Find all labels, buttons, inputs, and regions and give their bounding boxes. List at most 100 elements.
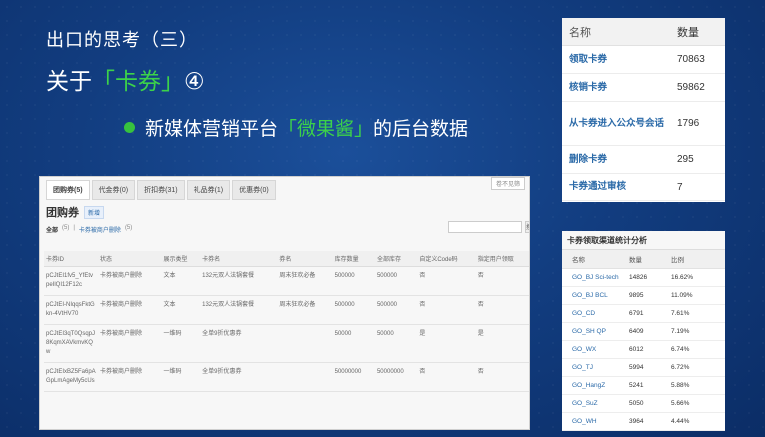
channel-name[interactable]: GO_BJ BCL <box>572 292 629 299</box>
cell-custom-code: 否 <box>417 266 476 296</box>
channel-count: 9895 <box>629 292 644 299</box>
stats-row: 卡券通过审核 7 <box>562 174 725 201</box>
channel-count: 5994 <box>629 364 644 371</box>
channel-header-row: 名称 数量 比例 <box>562 250 725 269</box>
channel-ratio: 6.74% <box>671 346 690 353</box>
tab-group-buy[interactable]: 团购券(5) <box>46 180 90 200</box>
panel-heading: 团购券 新增 <box>46 204 105 220</box>
stats-row: 领取卡券 70863 <box>562 46 725 74</box>
channel-col-name: 名称 <box>572 257 585 264</box>
corner-button[interactable]: 卷不见筛 <box>490 177 525 190</box>
cell-total-stock: 500000 <box>374 266 418 296</box>
new-button[interactable]: 新增 <box>84 205 105 219</box>
channel-col-count: 数量 <box>629 257 642 264</box>
channel-count: 14826 <box>629 274 648 281</box>
cell-stock: 50000000 <box>332 362 375 392</box>
col-user-claim: 指定用户领取 <box>475 251 529 267</box>
cell-status: 卡券被商户删除 <box>98 324 162 363</box>
channel-row: GO_TJ 5994 6.72% <box>562 359 725 377</box>
stats-row: 从卡券进入公众号会话 1796 <box>562 102 725 146</box>
cell-ticket-name <box>277 362 333 392</box>
table-row[interactable]: pCJtEI1fv5_YfEtvpeIlQI12F12c 卡券被商户删除 文本 … <box>44 266 529 296</box>
cell-stock: 500000 <box>332 266 375 296</box>
channel-name[interactable]: GO_SuZ <box>572 400 629 407</box>
tab-cash[interactable]: 代金券(0) <box>91 180 136 200</box>
cell-ticket-name: 周末狂欢必备 <box>277 295 333 325</box>
tab-general[interactable]: 优惠券(0) <box>232 180 276 200</box>
stats-row-name[interactable]: 删除卡券 <box>569 153 677 167</box>
search-button[interactable]: 搜 <box>525 221 529 233</box>
channel-stats-title: 卡券领取渠道统计分析 <box>562 231 725 250</box>
channel-count: 5241 <box>629 382 644 389</box>
slide-title: 关于「卡券」④ <box>46 62 205 96</box>
cell-ticket-name <box>277 324 333 363</box>
channel-name[interactable]: GO_WX <box>572 346 629 353</box>
stats-row-count: 7 <box>677 181 683 193</box>
filter-deleted[interactable]: 卡券被商户删除 <box>79 225 121 234</box>
cell-custom-code: 否 <box>417 362 476 392</box>
tab-gift[interactable]: 礼品券(1) <box>186 180 231 200</box>
table-header-row: 卡券ID 状态 展示类型 卡券名 券名 库存数量 全部库存 自定义Code码 指… <box>44 251 529 267</box>
title-prefix: 关于 <box>46 69 92 95</box>
table-row[interactable]: pCJtEIxBZ5Fa6pAGpLmAgeMy5cUs 卡券被商户删除 一维码… <box>44 362 529 392</box>
bullet-suffix: 的后台数据 <box>373 118 469 140</box>
channel-name[interactable]: GO_BJ Sci-tech <box>572 274 629 281</box>
channel-ratio: 5.66% <box>671 400 690 407</box>
bullet-highlight: 「微果酱」 <box>278 118 374 140</box>
stats-row-name[interactable]: 从卡券进入公众号会话 <box>569 117 677 131</box>
stats-row-name[interactable]: 卡券通过审核 <box>569 180 677 194</box>
cell-user-claim: 否 <box>475 266 529 296</box>
channel-ratio: 16.62% <box>671 274 694 281</box>
channel-row: GO_SuZ 5050 5.66% <box>562 395 725 413</box>
cell-display-type: 文本 <box>161 295 201 325</box>
filter-bar: 全部 (5) | 卡券被商户删除 (5) <box>46 225 132 234</box>
channel-ratio: 6.72% <box>671 364 690 371</box>
channel-count: 5050 <box>629 400 644 407</box>
cell-coupon-id: pCJtEI1fv5_YfEtvpeIlQI12F12c <box>44 266 98 296</box>
stats-row: 删除卡券 295 <box>562 146 725 174</box>
table-row[interactable]: pCJtEI-NIqqsFktGkn-4VtHV70 卡券被商户删除 文本 13… <box>44 295 529 325</box>
stats-col-name: 名称 <box>569 26 591 39</box>
cell-user-claim: 否 <box>475 295 529 325</box>
stats-row-name[interactable]: 领取卡券 <box>569 53 677 67</box>
channel-row: GO_BJ BCL 9895 11.09% <box>562 287 725 305</box>
channel-name[interactable]: GO_CD <box>572 310 629 317</box>
channel-name[interactable]: GO_HangZ <box>572 382 629 389</box>
col-custom-code: 自定义Code码 <box>417 251 476 267</box>
coupon-admin-screenshot: 团购券(5) 代金券(0) 折扣券(31) 礼品券(1) 优惠券(0) 卷不见筛… <box>39 176 530 430</box>
cell-coupon-id: pCJtEIxBZ5Fa6pAGpLmAgeMy5cUs <box>44 362 98 392</box>
channel-ratio: 11.09% <box>671 292 693 299</box>
cell-status: 卡券被商户删除 <box>98 266 162 296</box>
col-status: 状态 <box>98 251 162 267</box>
filter-all[interactable]: 全部 <box>46 225 58 234</box>
channel-row: GO_WH 3964 4.44% <box>562 413 725 431</box>
coupon-type-tabs: 团购券(5) 代金券(0) 折扣券(31) 礼品券(1) 优惠券(0) <box>46 180 276 200</box>
channel-ratio: 5.88% <box>671 382 690 389</box>
cell-stock: 50000 <box>332 324 375 363</box>
filter-all-count: (5) <box>62 225 70 231</box>
coupon-stats-table: 名称 数量 领取卡券 70863 核销卡券 59862 从卡券进入公众号会话 1… <box>562 18 725 202</box>
title-highlight: 「卡券」 <box>92 69 184 95</box>
cell-total-stock: 50000000 <box>374 362 418 392</box>
table-row[interactable]: pCJtEI3qT0QsqpJ8KqmXAVkmvKQw 卡券被商户删除 一维码… <box>44 324 529 363</box>
channel-name[interactable]: GO_WH <box>572 418 629 425</box>
cell-status: 卡券被商户删除 <box>98 295 162 325</box>
channel-count: 3964 <box>629 418 644 425</box>
panel-heading-text: 团购券 <box>46 207 79 219</box>
channel-name[interactable]: GO_TJ <box>572 364 629 371</box>
stats-row-count: 1796 <box>677 118 700 129</box>
tab-discount[interactable]: 折扣券(31) <box>137 180 185 200</box>
channel-row: GO_HangZ 5241 5.88% <box>562 377 725 395</box>
bullet-prefix: 新媒体营销平台 <box>145 118 279 140</box>
channel-count: 6791 <box>629 310 644 317</box>
channel-ratio: 4.44% <box>671 418 690 425</box>
filter-separator: | <box>73 225 75 231</box>
slide-subtitle: 出口的思考（三） <box>46 30 198 51</box>
cell-total-stock: 50000 <box>374 324 418 363</box>
channel-name[interactable]: GO_SH QP <box>572 328 629 335</box>
col-ticket-name: 券名 <box>277 251 333 267</box>
stats-row-name[interactable]: 核销卡券 <box>569 81 677 95</box>
search-input[interactable] <box>448 221 522 233</box>
cell-ticket-name: 周末狂欢必备 <box>277 266 333 296</box>
cell-status: 卡券被商户删除 <box>98 362 162 392</box>
